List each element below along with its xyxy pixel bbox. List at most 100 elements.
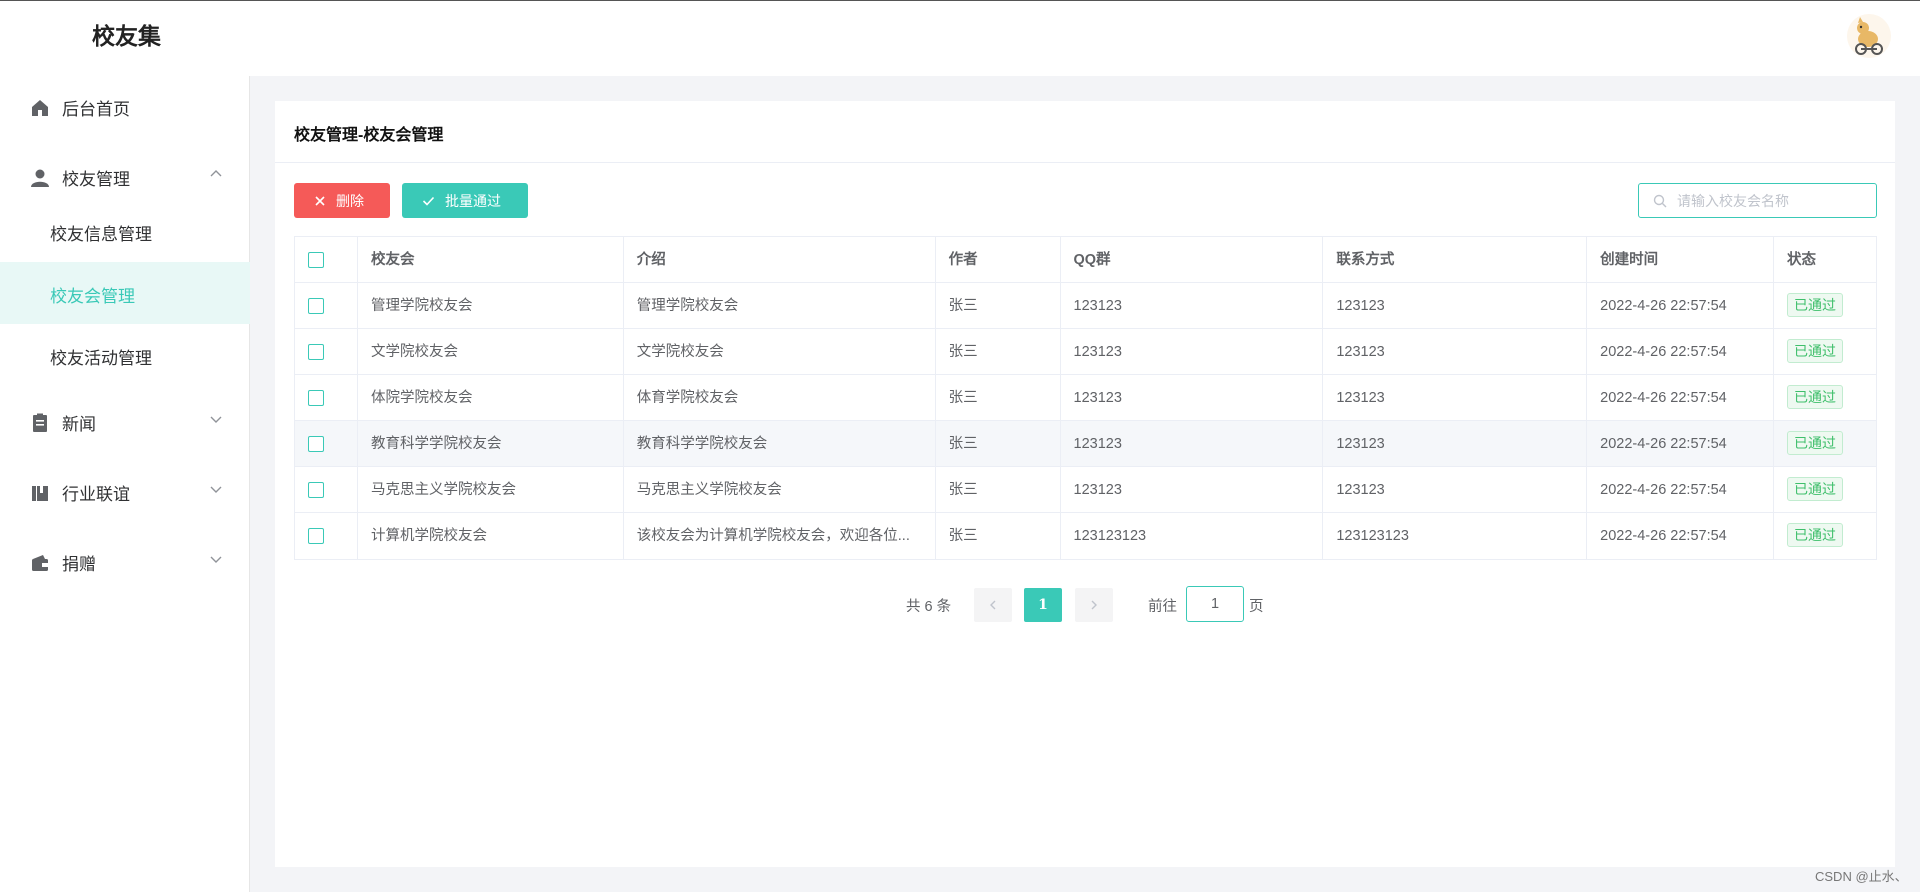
table-header: 联系方式 [1323,237,1588,283]
page-number-button[interactable]: 1 [1024,588,1062,622]
pagination: 共 6 条 1 前往 页 [275,586,1895,622]
select-all-checkbox[interactable] [308,252,324,268]
row-checkbox-cell [295,329,358,375]
avatar[interactable] [1846,13,1892,59]
header-checkbox-cell [295,237,358,283]
table-row[interactable]: 体院学院校友会 体育学院校友会 张三 123123 123123 2022-4-… [295,375,1876,421]
cell-name: 文学院校友会 [358,329,624,375]
table-row[interactable]: 教育科学学院校友会 教育科学学院校友会 张三 123123 123123 202… [295,421,1876,467]
avatar-image-icon [1847,14,1891,58]
cell-contact: 123123123 [1323,513,1588,559]
cell-author: 张三 [936,283,1061,329]
cell-status: 已通过 [1774,283,1876,329]
goto-label: 前往 [1148,599,1177,615]
row-checkbox[interactable] [308,528,324,544]
table-header: 作者 [936,237,1061,283]
chevron-down-icon [210,416,222,423]
search-input[interactable] [1677,191,1867,211]
page-unit-label: 页 [1249,599,1264,615]
page-title: 校友管理-校友会管理 [294,127,444,144]
status-badge: 已通过 [1787,431,1844,455]
goto-page-input[interactable] [1186,586,1244,622]
row-checkbox[interactable] [308,298,324,314]
main-panel: 校友管理-校友会管理 删除 批量通过 校友会 介绍 作者 QQ群 联系方式 创建… [275,101,1895,867]
chevron-left-icon [990,600,996,610]
cell-intro: 管理学院校友会 [624,283,936,329]
sidebar-subitem-label: 校友活动管理 [50,349,152,368]
status-badge: 已通过 [1787,477,1844,501]
cell-qq: 123123123 [1061,513,1324,559]
row-checkbox[interactable] [308,436,324,452]
cell-name: 计算机学院校友会 [358,513,624,559]
row-checkbox[interactable] [308,482,324,498]
next-page-button[interactable] [1075,588,1113,622]
sidebar-item-news[interactable]: 新闻 [0,391,250,453]
cell-qq: 123123 [1061,467,1324,513]
delete-button[interactable]: 删除 [294,183,390,218]
sidebar-subitem-activities[interactable]: 校友活动管理 [0,324,250,386]
sidebar: 后台首页 校友管理 校友信息管理 校友会管理 校友活动管理 新闻 行业联谊 捐赠 [0,76,250,892]
user-icon [31,169,49,187]
table-row[interactable]: 马克思主义学院校友会 马克思主义学院校友会 张三 123123 123123 2… [295,467,1876,513]
sidebar-subitem-label: 校友会管理 [50,287,135,306]
prev-page-button[interactable] [974,588,1012,622]
search-box[interactable] [1638,183,1877,218]
sidebar-subitem-association[interactable]: 校友会管理 [0,262,250,324]
row-checkbox[interactable] [308,344,324,360]
sidebar-item-label: 行业联谊 [62,485,130,504]
sidebar-item-industry[interactable]: 行业联谊 [0,461,250,523]
cell-contact: 123123 [1323,467,1588,513]
status-badge: 已通过 [1787,339,1844,363]
sidebar-item-label: 后台首页 [62,100,130,119]
cell-contact: 123123 [1323,375,1588,421]
home-icon [32,100,48,116]
cell-created: 2022-4-26 22:57:54 [1587,283,1775,329]
cell-status: 已通过 [1774,467,1876,513]
batch-pass-button[interactable]: 批量通过 [402,183,528,218]
cell-intro: 马克思主义学院校友会 [624,467,936,513]
status-badge: 已通过 [1787,523,1844,547]
wallet-icon [32,555,48,571]
cell-created: 2022-4-26 22:57:54 [1587,421,1775,467]
cell-created: 2022-4-26 22:57:54 [1587,513,1775,559]
cell-created: 2022-4-26 22:57:54 [1587,375,1775,421]
cell-intro: 教育科学学院校友会 [624,421,936,467]
row-checkbox-cell [295,513,358,559]
sidebar-item-home[interactable]: 后台首页 [0,76,250,138]
delete-button-label: 删除 [336,192,364,209]
cell-contact: 123123 [1323,329,1588,375]
cell-intro: 文学院校友会 [624,329,936,375]
status-badge: 已通过 [1787,293,1844,317]
chevron-up-icon [210,170,222,177]
row-checkbox[interactable] [308,390,324,406]
chevron-down-icon [210,486,222,493]
watermark: CSDN @止水、 [1815,869,1908,884]
cell-created: 2022-4-26 22:57:54 [1587,467,1775,513]
cell-author: 张三 [936,329,1061,375]
cell-qq: 123123 [1061,375,1324,421]
table-row[interactable]: 计算机学院校友会 该校友会为计算机学院校友会，欢迎各位... 张三 123123… [295,513,1876,559]
search-icon [1653,194,1667,208]
chevron-right-icon [1091,600,1097,610]
close-icon [315,195,325,206]
sidebar-item-donation[interactable]: 捐赠 [0,531,250,593]
table-header: 介绍 [624,237,936,283]
cell-author: 张三 [936,467,1061,513]
row-checkbox-cell [295,375,358,421]
cell-qq: 123123 [1061,421,1324,467]
sidebar-item-label: 新闻 [62,415,96,434]
table-header: QQ群 [1061,237,1324,283]
table-row[interactable]: 管理学院校友会 管理学院校友会 张三 123123 123123 2022-4-… [295,283,1876,329]
sidebar-item-alumni-management[interactable]: 校友管理 [0,146,250,208]
panel-header: 校友管理-校友会管理 [275,101,1895,163]
row-checkbox-cell [295,421,358,467]
status-badge: 已通过 [1787,385,1844,409]
cell-qq: 123123 [1061,329,1324,375]
cell-intro: 体育学院校友会 [624,375,936,421]
table-row[interactable]: 文学院校友会 文学院校友会 张三 123123 123123 2022-4-26… [295,329,1876,375]
row-checkbox-cell [295,467,358,513]
sidebar-subitem-alumni-info[interactable]: 校友信息管理 [0,200,250,262]
cell-created: 2022-4-26 22:57:54 [1587,329,1775,375]
sidebar-item-label: 捐赠 [62,555,96,574]
cell-qq: 123123 [1061,283,1324,329]
